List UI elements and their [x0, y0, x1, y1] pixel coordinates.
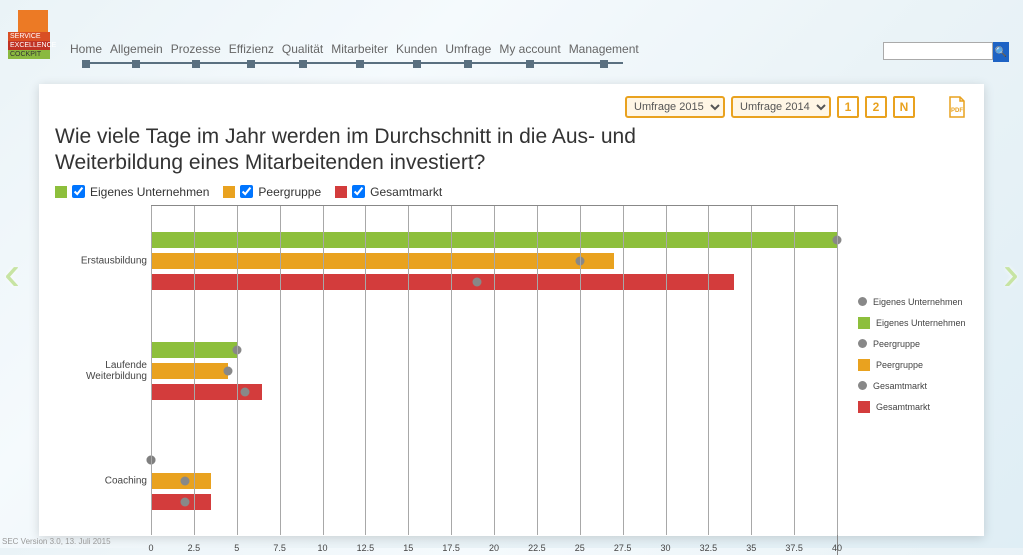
dot-icon	[858, 297, 867, 306]
gridline	[623, 206, 624, 535]
filter-eigenes-label: Eigenes Unternehmen	[90, 185, 209, 199]
pdf-icon: PDF	[947, 96, 967, 118]
legend-gm-dot: Gesamtmarkt	[873, 381, 927, 391]
gridline	[323, 206, 324, 535]
brand-line-2: EXCELLENCE	[8, 41, 50, 50]
bar-gesamtmarkt	[151, 494, 211, 510]
gridline	[580, 206, 581, 535]
legend-right: Eigenes Unternehmen Eigenes Unternehmen …	[838, 205, 968, 555]
next-page-arrow[interactable]: ›	[1003, 247, 1019, 302]
legend-eig-bar: Eigenes Unternehmen	[876, 318, 966, 328]
gridline	[708, 206, 709, 535]
search-icon: 🔍	[995, 47, 1007, 58]
view-single-button[interactable]: 1	[837, 96, 859, 118]
series-filter-bar: Eigenes Unternehmen Peergruppe Gesamtmar…	[55, 185, 968, 199]
filter-peergruppe[interactable]: Peergruppe	[223, 185, 321, 199]
version-text: SEC Version 3.0, 13. Juli 2015	[2, 537, 111, 546]
square-icon	[223, 186, 235, 198]
marker-dot	[224, 366, 233, 375]
bar-peergruppe	[151, 363, 228, 379]
nav-allgemein[interactable]: Allgemein	[110, 42, 163, 56]
filter-gesamtmarkt-label: Gesamtmarkt	[370, 185, 442, 199]
square-icon	[858, 401, 870, 413]
survey-select-b[interactable]: Umfrage 2014	[731, 96, 831, 118]
filter-eigenes[interactable]: Eigenes Unternehmen	[55, 185, 209, 199]
nav-prozesse[interactable]: Prozesse	[171, 42, 221, 56]
nav-effizienz[interactable]: Effizienz	[229, 42, 274, 56]
gridline	[751, 206, 752, 535]
square-icon	[335, 186, 347, 198]
filter-peergruppe-checkbox[interactable]	[240, 185, 253, 198]
marker-dot	[472, 277, 481, 286]
gridline	[365, 206, 366, 535]
category-label: Laufende Weiterbildung	[55, 360, 147, 382]
nav-home[interactable]: Home	[70, 42, 102, 56]
gridline	[151, 206, 152, 535]
gridline	[280, 206, 281, 535]
square-icon	[858, 317, 870, 329]
bar-peergruppe	[151, 473, 211, 489]
gridline	[666, 206, 667, 535]
filter-peergruppe-label: Peergruppe	[258, 185, 321, 199]
card-toolbar: Umfrage 2015 Umfrage 2014 1 2 N PDF	[55, 94, 968, 120]
chart-plot: ErstausbildungLaufende WeiterbildungCoac…	[151, 205, 838, 555]
survey-select-a[interactable]: Umfrage 2015	[625, 96, 725, 118]
legend-gm-bar: Gesamtmarkt	[876, 402, 930, 412]
export-pdf-button[interactable]: PDF	[946, 96, 968, 118]
gridline	[451, 206, 452, 535]
bar-gesamtmarkt	[151, 384, 262, 400]
chart-card: Umfrage 2015 Umfrage 2014 1 2 N PDF Wie …	[39, 84, 984, 536]
top-nav: Home Allgemein Prozesse Effizienz Qualit…	[70, 10, 639, 56]
chart-title: Wie viele Tage im Jahr werden im Durchsc…	[55, 124, 755, 177]
gridline	[194, 206, 195, 535]
nav-qualitaet[interactable]: Qualität	[282, 42, 323, 56]
category-label: Coaching	[55, 475, 147, 486]
prev-page-arrow[interactable]: ‹	[4, 247, 20, 302]
nav-management[interactable]: Management	[569, 42, 639, 56]
chart-area: Erstausbildung Laufende Weiterbildung Coac…	[55, 205, 968, 555]
search-input[interactable]	[883, 42, 993, 60]
legend-eig-dot: Eigenes Unternehmen	[873, 297, 963, 307]
gridline	[237, 206, 238, 535]
gridline	[794, 206, 795, 535]
svg-text:PDF: PDF	[951, 108, 963, 114]
view-n-button[interactable]: N	[893, 96, 915, 118]
nav-account[interactable]: My account	[499, 42, 560, 56]
filter-gesamtmarkt[interactable]: Gesamtmarkt	[335, 185, 442, 199]
square-icon	[55, 186, 67, 198]
gridline	[494, 206, 495, 535]
brand-line-3: COCKPIT	[8, 50, 50, 59]
brand-line-1: SERVICE	[8, 32, 50, 41]
nav-kunden[interactable]: Kunden	[396, 42, 437, 56]
nav-umfrage[interactable]: Umfrage	[445, 42, 491, 56]
filter-gesamtmarkt-checkbox[interactable]	[352, 185, 365, 198]
filter-eigenes-checkbox[interactable]	[72, 185, 85, 198]
gridline	[837, 206, 838, 535]
legend-pg-dot: Peergruppe	[873, 339, 920, 349]
brand-logo: SERVICE EXCELLENCE COCKPIT	[8, 10, 50, 64]
marker-dot	[181, 476, 190, 485]
view-compare-button[interactable]: 2	[865, 96, 887, 118]
bar-peergruppe	[151, 253, 614, 269]
view-grid-button[interactable]	[921, 98, 940, 117]
dot-icon	[858, 339, 867, 348]
legend-pg-bar: Peergruppe	[876, 360, 923, 370]
dot-icon	[858, 381, 867, 390]
nav-mitarbeiter[interactable]: Mitarbeiter	[331, 42, 388, 56]
gridline	[408, 206, 409, 535]
marker-dot	[181, 497, 190, 506]
bar-gesamtmarkt	[151, 274, 734, 290]
marker-dot	[241, 387, 250, 396]
search-button[interactable]: 🔍	[993, 42, 1009, 62]
category-label: Erstausbildung	[55, 255, 147, 266]
gridline	[537, 206, 538, 535]
square-icon	[858, 359, 870, 371]
